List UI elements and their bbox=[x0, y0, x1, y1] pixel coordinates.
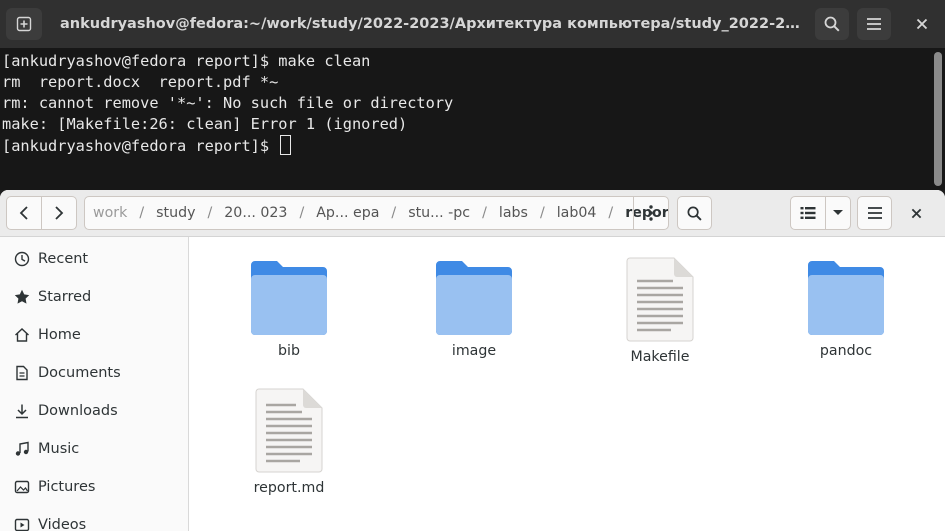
hamburger-menu-icon bbox=[867, 207, 882, 219]
sidebar-item-downloads[interactable]: Downloads bbox=[0, 392, 188, 430]
view-switcher bbox=[790, 196, 851, 230]
breadcrumb-study-arch-pc[interactable]: stu... -pc bbox=[408, 205, 470, 221]
terminal-line: rm: cannot remove '*~': No such file or … bbox=[2, 94, 454, 112]
star-icon bbox=[14, 289, 30, 305]
sidebar-item-label: Pictures bbox=[38, 479, 96, 495]
breadcrumb-separator: / bbox=[299, 205, 305, 221]
terminal-prompt-line: [ankudryashov@fedora report]$ bbox=[2, 135, 932, 156]
navigation-buttons bbox=[6, 196, 77, 230]
terminal-search-button[interactable] bbox=[815, 8, 849, 40]
sidebar-item-home[interactable]: Home bbox=[0, 316, 188, 354]
text-cursor bbox=[280, 135, 292, 155]
file-name: bib bbox=[278, 343, 300, 359]
list-view-icon bbox=[800, 207, 816, 219]
file-manager-header-bar: work / study / 20... 023 / Ap... epa / s… bbox=[0, 190, 945, 237]
sidebar-item-videos[interactable]: Videos bbox=[0, 506, 188, 531]
breadcrumb-work[interactable]: work bbox=[93, 205, 127, 221]
terminal-window: ankudryashov@fedora:~/work/study/2022-20… bbox=[0, 0, 945, 190]
folder-icon bbox=[249, 257, 329, 337]
sidebar-item-label: Home bbox=[38, 327, 81, 343]
terminal-output[interactable]: [ankudryashov@fedora report]$ make clean… bbox=[0, 48, 932, 190]
breadcrumb-separator: / bbox=[482, 205, 487, 221]
back-button[interactable] bbox=[7, 197, 42, 229]
path-options-button[interactable] bbox=[633, 197, 668, 229]
music-icon bbox=[14, 441, 30, 457]
sidebar-item-starred[interactable]: Starred bbox=[0, 278, 188, 316]
sidebar-item-label: Music bbox=[38, 441, 80, 457]
sidebar-item-label: Videos bbox=[38, 517, 87, 531]
clock-icon bbox=[14, 251, 30, 267]
sidebar-item-documents[interactable]: Documents bbox=[0, 354, 188, 392]
breadcrumb-separator: / bbox=[539, 205, 545, 221]
text-file-icon bbox=[620, 257, 700, 343]
file-name: image bbox=[451, 343, 497, 359]
breadcrumb-separator: / bbox=[391, 205, 397, 221]
hamburger-menu-icon bbox=[867, 18, 881, 30]
file-item-makefile[interactable]: Makefile bbox=[567, 237, 753, 365]
breadcrumb-architecture[interactable]: Ap... epa bbox=[316, 205, 379, 221]
download-icon bbox=[14, 403, 30, 419]
video-icon bbox=[14, 517, 30, 531]
sidebar-item-label: Documents bbox=[38, 365, 121, 381]
breadcrumb-separator: / bbox=[608, 205, 614, 221]
text-file-icon bbox=[249, 388, 329, 474]
sidebar-item-pictures[interactable]: Pictures bbox=[0, 468, 188, 506]
forward-button[interactable] bbox=[42, 197, 77, 229]
file-name: Makefile bbox=[630, 349, 690, 365]
kebab-menu-icon bbox=[649, 205, 653, 221]
chevron-right-icon bbox=[55, 206, 64, 220]
terminal-line: rm report.docx report.pdf *~ bbox=[2, 73, 279, 91]
files-menu-button[interactable] bbox=[857, 196, 892, 230]
file-manager-window: work / study / 20... 023 / Ap... epa / s… bbox=[0, 190, 945, 531]
chevron-left-icon bbox=[19, 206, 28, 220]
folder-item-bib[interactable]: bib bbox=[196, 237, 382, 359]
search-icon bbox=[687, 206, 702, 221]
document-icon bbox=[14, 365, 30, 381]
new-tab-button[interactable] bbox=[6, 8, 42, 40]
file-name: pandoc bbox=[819, 343, 873, 359]
sidebar-item-label: Starred bbox=[38, 289, 92, 305]
file-item-report-md[interactable]: report.md bbox=[196, 368, 382, 496]
path-bar: work / study / 20... 023 / Ap... epa / s… bbox=[84, 196, 669, 230]
chevron-down-icon bbox=[833, 210, 843, 215]
breadcrumb-study[interactable]: study bbox=[156, 205, 195, 221]
view-options-dropdown[interactable] bbox=[826, 197, 850, 229]
terminal-line: [ankudryashov@fedora report]$ make clean bbox=[2, 52, 371, 70]
places-sidebar: Recent Starred Home Documents Downloads bbox=[0, 237, 189, 531]
sidebar-item-recent[interactable]: Recent bbox=[0, 240, 188, 278]
breadcrumb-lab04[interactable]: lab04 bbox=[557, 205, 597, 221]
terminal-prompt: [ankudryashov@fedora report]$ bbox=[2, 137, 279, 155]
terminal-line: make: [Makefile:26: clean] Error 1 (igno… bbox=[2, 115, 408, 133]
breadcrumb-year[interactable]: 20... 023 bbox=[224, 205, 287, 221]
terminal-header-bar: ankudryashov@fedora:~/work/study/2022-20… bbox=[0, 0, 945, 48]
breadcrumb-separator: / bbox=[207, 205, 213, 221]
search-icon bbox=[824, 16, 840, 32]
terminal-close-button[interactable] bbox=[906, 8, 938, 40]
sidebar-item-music[interactable]: Music bbox=[0, 430, 188, 468]
close-icon bbox=[911, 208, 921, 218]
breadcrumb-labs[interactable]: labs bbox=[499, 205, 528, 221]
terminal-scrollbar[interactable] bbox=[934, 52, 942, 186]
close-icon bbox=[916, 18, 928, 30]
file-name: report.md bbox=[253, 480, 325, 496]
folder-item-pandoc[interactable]: pandoc bbox=[753, 237, 939, 359]
folder-item-image[interactable]: image bbox=[381, 237, 567, 359]
sidebar-item-label: Recent bbox=[38, 251, 89, 267]
folder-icon bbox=[434, 257, 514, 337]
terminal-title: ankudryashov@fedora:~/work/study/2022-20… bbox=[60, 16, 800, 32]
breadcrumb-separator: / bbox=[139, 205, 145, 221]
list-view-button[interactable] bbox=[791, 197, 826, 229]
files-close-button[interactable] bbox=[908, 205, 924, 221]
new-tab-icon bbox=[16, 16, 32, 32]
terminal-menu-button[interactable] bbox=[857, 8, 891, 40]
file-grid: bib image Makefile pandoc report.md bbox=[190, 237, 945, 531]
picture-icon bbox=[14, 479, 30, 495]
search-button[interactable] bbox=[677, 196, 712, 230]
sidebar-item-label: Downloads bbox=[38, 403, 118, 419]
folder-icon bbox=[806, 257, 886, 337]
home-icon bbox=[14, 327, 30, 343]
